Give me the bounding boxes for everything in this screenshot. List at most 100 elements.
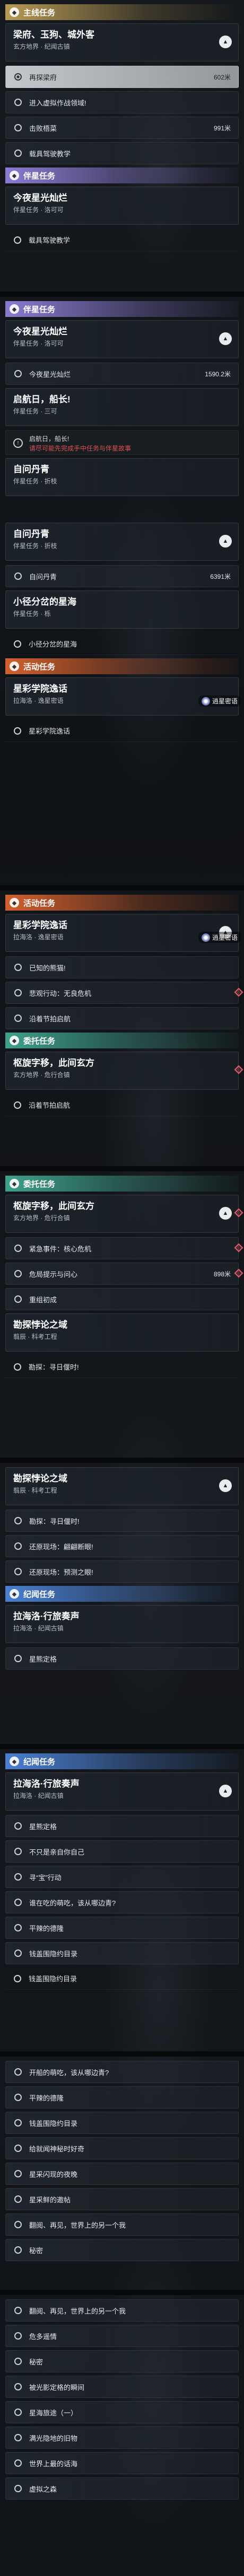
quest-card[interactable]: 梁府、玉狗、城外客 玄方地界 · 纪闻古镇 ▲ [5,23,239,61]
objective-row[interactable]: 世界上最的话海 [5,2452,239,2474]
quest-card[interactable]: 枢旋字移，此间玄方 玄方地界 · 危行合镇 [5,1052,239,1090]
objective-label: 翻阅、再见，世界上的另一个我 [29,2307,126,2315]
event-tag[interactable]: 逍星密语 [198,695,241,707]
objective-row[interactable]: 自问丹青 6391米 [5,565,239,587]
radio-dot-icon [14,1975,21,1982]
quest-card[interactable]: 勘探悖论之域 翦辰 · 科考工程 ▲ [5,1467,239,1505]
objective-row[interactable]: 开船的萌吃，该从哪边青? [5,2061,239,2083]
event-tag[interactable]: 逍星密语 [198,932,241,943]
section-title: 委托任务 [23,1179,56,1189]
objective-row[interactable]: 平辣的德隆 [5,1917,239,1939]
screenshot-seam [0,292,244,297]
objective-label: 被光影定格的瞬间 [29,2383,85,2392]
section-header[interactable]: ◆ 纪闻任务 [5,1586,239,1602]
objective-label: 平辣的德隆 [29,1924,64,1933]
quest-card[interactable]: 拉海洛·行旅奏声 拉海洛 · 纪闻古镇 ▲ [5,1772,239,1811]
section-header[interactable]: ◆ 纪闻任务 [5,1753,239,1769]
radio-dot-icon [14,2170,22,2177]
objective-row[interactable]: 星采鲜的邀帖 [5,2188,239,2210]
radio-dot-icon [14,2119,22,2127]
section-header[interactable]: ◆ 活动任务 [5,895,239,911]
quest-card[interactable]: 启航日，船长! 伴星任务 · 三可 [5,388,239,426]
objective-row[interactable]: 被光影定格的瞬间 [5,2376,239,2398]
objective-label: 星采鲜的邀帖 [29,2195,71,2204]
objective-row[interactable]: 不只是亲自你自己 [5,1840,239,1863]
quest-card[interactable]: 自问丹青 伴星任务 · 折枝 [5,458,239,496]
quest-card[interactable]: 今夜星光灿烂 伴星任务 · 洛可可 [5,187,239,225]
objective-row[interactable]: 沿着节拍启航 [5,1007,239,1029]
objective-row[interactable]: 秘密 [5,2350,239,2372]
objective-row-faded[interactable]: 小径分岔的星海 [5,633,239,655]
quest-card[interactable]: 勘探悖论之域 翦辰 · 科考工程 [5,1313,239,1352]
section-header[interactable]: ◆ 委托任务 [5,1176,239,1192]
objective-row[interactable]: 平辣的德隆 [5,2086,239,2109]
screenshot-seam [0,1744,244,1749]
section-header[interactable]: ◆ 委托任务 [5,1033,239,1048]
quest-title: 勘探悖论之域 [13,1320,67,1330]
radio-dot-icon [14,236,21,244]
objective-row[interactable]: 秘密 [5,2239,239,2261]
screenshot-seam [0,2051,244,2057]
objective-row[interactable]: 击败梧菜 991米 [5,117,239,139]
objective-row[interactable]: 翻阅、再见，世界上的另一个我 [5,2299,239,2322]
objective-row[interactable]: 星熊定格 [5,1815,239,1837]
objective-label: 钱盖围隐约目录 [29,1949,78,1958]
quest-card[interactable]: 自问丹青 伴星任务 · 折枝 ▲ [5,523,239,561]
objective-row-faded[interactable]: 勘探：寻日偃时! [5,1356,239,1378]
objective-row[interactable]: 星海旅途（一） [5,2401,239,2423]
quest-card[interactable]: 今夜星光灿烂 伴星任务 · 洛可可 ▲ [5,320,239,358]
quest-card[interactable]: 拉海洛·行旅奏声 拉海洛 · 纪闻古镇 [5,1605,239,1643]
objective-row[interactable]: 寻“宝”行动 [5,1866,239,1888]
collapse-caret-icon[interactable]: ▲ [219,332,232,345]
objective-row-faded[interactable]: 沿着节拍启航 [5,1094,239,1116]
objective-row[interactable]: 谁在吃的萌吃，该从哪边青? [5,1891,239,1913]
locked-quest-notice[interactable]: ! 启航日，船长! 请尽可能先完成手中任务与伴星故事 [5,430,239,455]
objective-row[interactable]: 进入虚拟作战领域! [5,91,239,113]
section-header[interactable]: ◆ 活动任务 [5,658,239,674]
objective-row[interactable]: 满光隐地的旧物 [5,2427,239,2449]
objective-row[interactable]: 载具驾驶教学 [5,142,239,164]
objective-row[interactable]: 给就闻神秘时好奇 [5,2137,239,2159]
quest-card[interactable]: 小径分岔的星海 伴星任务 · 栎 [5,590,239,629]
objective-row[interactable]: 星熊定格 [5,1647,239,1670]
objective-row[interactable]: 今夜星光灿烂 1590.2米 [5,363,239,385]
objective-row[interactable]: 钱盖围隐约目录 [5,1942,239,1964]
section-header[interactable]: ◆ 主线任务 [5,4,239,20]
radio-dot-icon [14,73,22,81]
collapse-caret-icon[interactable]: ▲ [219,1207,232,1220]
objective-row[interactable]: 还原现场：预测之眼! [5,1560,239,1583]
objective-row[interactable]: 再探梁府 602米 [5,66,239,88]
objective-row[interactable]: 星采闪现的夜晚 [5,2163,239,2185]
objective-row[interactable]: 钱盖围隐约目录 [5,2112,239,2134]
objective-row[interactable]: 勘探：寻日偃时! [5,1510,239,1532]
objective-row-faded[interactable]: 星彩学院逸话 [5,720,239,742]
quest-title: 今夜星光灿烂 [13,193,67,203]
objective-row[interactable]: 紧急事件：核心危机 [5,1237,239,1259]
collapse-caret-icon[interactable]: ▲ [219,535,232,548]
objective-row-faded[interactable]: 载具驾驶教学 [5,229,239,251]
objective-label: 载具驾驶教学 [29,149,71,158]
objective-row[interactable]: 危多遥情 [5,2325,239,2347]
section-header[interactable]: ◆ 伴星任务 [5,167,239,183]
objective-row[interactable]: 还原现场：翩翩断眼! [5,1535,239,1557]
objective-row[interactable]: 危局提示与问心 898米 [5,1263,239,1285]
collapse-caret-icon[interactable]: ▲ [219,1785,232,1797]
section-title: 伴星任务 [23,305,56,314]
objective-row[interactable]: 重组初成 [5,1288,239,1310]
radio-dot-icon [14,149,22,157]
collapse-caret-icon[interactable]: ▲ [219,36,232,48]
radio-dot-icon [14,1295,22,1303]
quest-subtitle: 玄方地界 · 危行合镇 [13,1214,70,1222]
objective-row[interactable]: 悲观行动：无良危机 [5,982,239,1004]
section-header[interactable]: ◆ 伴星任务 [5,301,239,317]
objective-row[interactable]: 虚拟之森 [5,2477,239,2500]
event-tag-label: 逍星密语 [212,698,238,705]
objective-row[interactable]: 翻阅、再见，世界上的另一个我 [5,2213,239,2236]
quest-title: 勘探悖论之域 [13,1474,67,1484]
radio-dot-icon [14,1542,22,1550]
collapse-caret-icon[interactable]: ▲ [219,1479,232,1492]
objective-row-faded[interactable]: 钱盖围隐约目录 [5,1968,239,1990]
objective-label: 已知的熊猫! [29,964,66,972]
objective-row[interactable]: 已知的熊猫! [5,956,239,978]
quest-card[interactable]: 枢旋字移，此间玄方 玄方地界 · 危行合镇 ▲ [5,1195,239,1233]
